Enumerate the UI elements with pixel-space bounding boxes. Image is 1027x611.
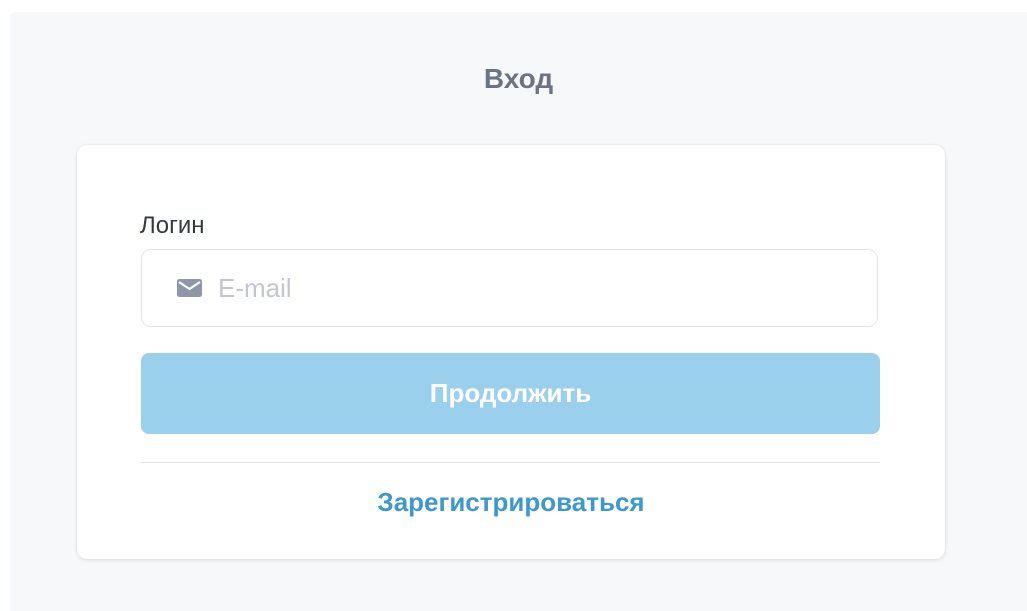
divider — [141, 462, 880, 463]
mail-icon — [175, 278, 203, 298]
login-card: Логин Продолжить Зарегистрироваться — [77, 145, 945, 559]
login-page: Вход Логин Продолжить Зарегистрироваться — [10, 12, 1027, 611]
register-link[interactable]: Зарегистрироваться — [77, 486, 945, 518]
page-title: Вход — [483, 63, 554, 94]
email-input[interactable] — [218, 268, 838, 308]
continue-button[interactable]: Продолжить — [141, 353, 880, 434]
email-field[interactable] — [141, 249, 878, 327]
login-label: Логин — [140, 212, 205, 239]
